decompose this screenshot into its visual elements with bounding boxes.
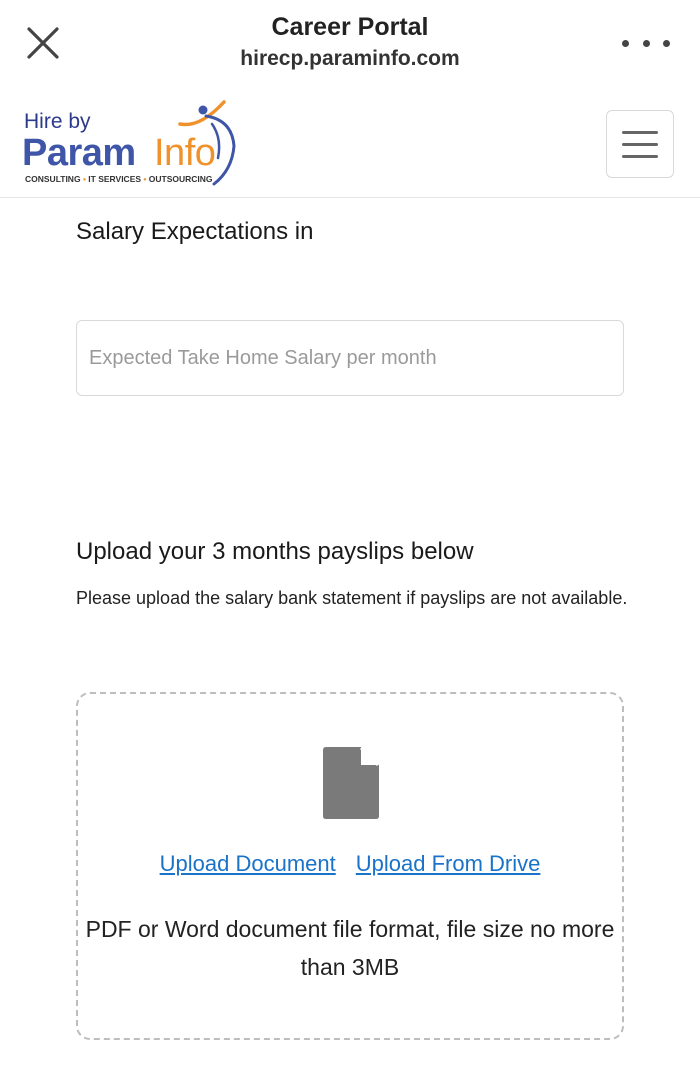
more-dot-icon [622,39,629,47]
paraminfo-logo[interactable]: Hire by Param Info CONSULTING • IT SERVI… [22,98,252,192]
more-dot-icon [663,39,670,47]
page-url: hirecp.paraminfo.com [240,47,460,70]
hamburger-bar-icon [622,142,658,146]
logo-tagline-1: CONSULTING [25,174,81,184]
site-header: Hire by Param Info CONSULTING • IT SERVI… [0,92,700,198]
upload-document-link[interactable]: Upload Document [160,851,336,877]
browser-top-bar: Career Portal hirecp.paraminfo.com [0,0,700,92]
document-icon [323,747,379,819]
hamburger-menu-button[interactable] [606,110,674,178]
logo-figure-icon [178,100,236,186]
hamburger-bar-icon [622,130,658,134]
expected-salary-input[interactable] [76,320,624,396]
logo-tagline-2: IT SERVICES [88,174,142,184]
page-title: Career Portal [271,13,429,41]
upload-hint: PDF or Word document file format, file s… [85,916,615,980]
payslip-description: Please upload the salary bank statement … [76,588,628,608]
more-options-button[interactable] [622,30,670,56]
upload-links: Upload Document Upload From Drive [78,851,622,877]
title-block: Career Portal hirecp.paraminfo.com [130,10,570,74]
page: Career Portal hirecp.paraminfo.com Hire … [0,0,700,1084]
payslip-dropzone[interactable]: Upload Document Upload From Drive PDF or… [76,692,624,1040]
salary-section-title: Salary Expectations in [76,218,314,245]
upload-from-drive-link[interactable]: Upload From Drive [356,851,541,877]
close-icon [27,27,59,59]
logo-hire-by: Hire by [24,110,91,133]
close-button[interactable] [22,22,64,64]
payslip-section-title: Upload your 3 months payslips below [76,538,474,565]
more-dot-icon [642,39,650,47]
hamburger-bar-icon [622,154,658,158]
logo-param: Param [22,132,136,174]
